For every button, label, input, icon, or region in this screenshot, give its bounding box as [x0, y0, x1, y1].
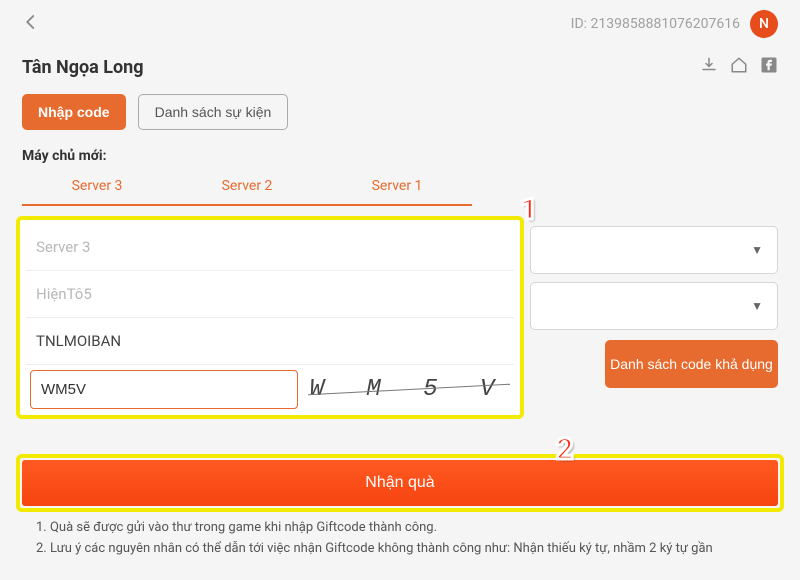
note-2: 2. Lưu ý các nguyên nhân có thể dẫn tới … [36, 541, 778, 556]
enter-code-tab[interactable]: Nhập code [22, 94, 126, 130]
download-icon[interactable] [700, 56, 718, 78]
captcha-input[interactable] [30, 370, 298, 409]
available-codes-button[interactable]: Danh sách code khả dụng [605, 340, 778, 388]
character-dropdown[interactable]: ▼ [530, 282, 778, 330]
chevron-down-icon: ▼ [751, 299, 763, 313]
receive-gift-button[interactable]: Nhận quà [22, 460, 778, 506]
captcha-image[interactable]: W M 5 V [308, 369, 510, 409]
avatar[interactable]: N [750, 10, 778, 38]
note-1: 1. Quà sẽ được gửi vào thư trong game kh… [36, 520, 778, 535]
server-select-value[interactable]: Server 3 [26, 224, 514, 270]
page-title: Tân Ngọa Long [22, 57, 144, 78]
annotation-badge-1: 1 [520, 192, 556, 236]
server-dropdown[interactable]: ▼ [530, 226, 778, 274]
back-button[interactable] [22, 12, 40, 37]
server-tab-3[interactable]: Server 3 [22, 168, 172, 206]
giftcode-input[interactable]: TNLMOIBAN [26, 318, 514, 364]
user-id-text: ID: 2139858881076207616 [571, 16, 740, 32]
new-servers-label: Máy chủ mới: [0, 140, 800, 168]
annotation-badge-2: 2 [556, 432, 592, 476]
server-tab-2[interactable]: Server 2 [172, 168, 322, 206]
character-select-value[interactable]: HiệnTô5 [26, 271, 514, 317]
giftcode-form-highlight: Server 3 HiệnTô5 TNLMOIBAN W M 5 V [16, 216, 524, 419]
facebook-icon[interactable] [760, 56, 778, 78]
event-list-tab[interactable]: Danh sách sự kiện [138, 94, 289, 130]
server-tab-1[interactable]: Server 1 [322, 168, 472, 206]
notes-list: 1. Quà sẽ được gửi vào thư trong game kh… [36, 520, 778, 562]
home-icon[interactable] [730, 56, 748, 78]
submit-highlight: Nhận quà [16, 454, 784, 512]
chevron-down-icon: ▼ [751, 243, 763, 257]
